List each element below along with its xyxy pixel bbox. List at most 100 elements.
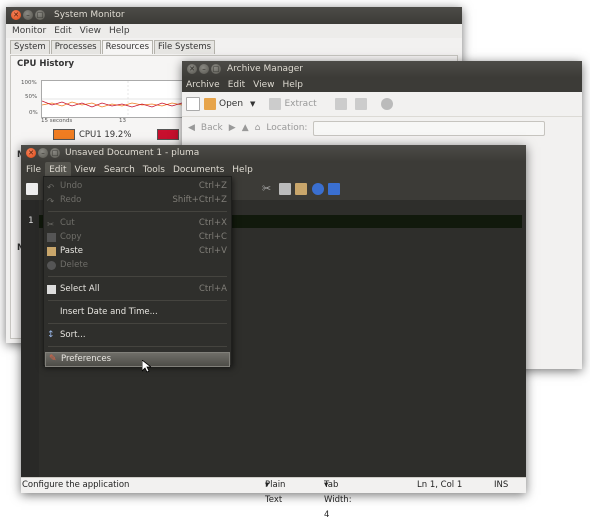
maximize-icon[interactable]: □: [35, 10, 45, 20]
tab-resources[interactable]: Resources: [101, 40, 154, 54]
line-number: 1: [28, 216, 34, 226]
minimize-icon[interactable]: –: [23, 10, 33, 20]
menu-item-paste[interactable]: Paste Ctrl+V: [44, 245, 231, 258]
extract-button[interactable]: Extract: [269, 98, 317, 110]
menu-edit[interactable]: Edit: [224, 78, 249, 92]
close-icon[interactable]: ✕: [26, 148, 36, 158]
insert-mode: INS: [494, 480, 509, 490]
menubar: Monitor Edit View Help: [6, 24, 462, 38]
pluma-titlebar[interactable]: ✕ – □ Unsaved Document 1 - pluma: [21, 145, 526, 162]
location-label: Location:: [266, 123, 308, 133]
select-all-icon: [47, 285, 56, 294]
cpu-history-graph: [41, 80, 201, 118]
copy-icon[interactable]: [279, 183, 291, 195]
menu-separator: [48, 211, 227, 212]
menu-help[interactable]: Help: [105, 24, 134, 38]
close-icon[interactable]: ✕: [11, 10, 21, 20]
y-tick: 50%: [25, 94, 38, 100]
tab-bar: System Processes Resources File Systems: [6, 38, 462, 54]
minimize-icon[interactable]: –: [38, 148, 48, 158]
open-label: Open: [219, 99, 244, 109]
sort-icon: ↕: [47, 330, 55, 340]
menubar: Archive Edit View Help: [182, 78, 582, 92]
line-number-gutter: [21, 200, 39, 478]
add-files-icon[interactable]: [334, 98, 347, 110]
menu-item-select-all[interactable]: Select All Ctrl+A: [44, 283, 231, 296]
maximize-icon[interactable]: □: [211, 64, 221, 74]
menu-item-insert-date-time[interactable]: Insert Date and Time...: [44, 306, 231, 319]
stop-icon[interactable]: [380, 98, 393, 110]
archive-manager-titlebar[interactable]: ✕ – □ Archive Manager: [182, 61, 582, 78]
preferences-icon: ✎: [49, 354, 57, 364]
y-tick: 0%: [29, 110, 38, 116]
folder-open-icon: [204, 98, 216, 110]
status-message: Configure the application: [22, 480, 130, 490]
menu-edit[interactable]: Edit: [50, 24, 75, 38]
delete-icon: [47, 261, 56, 270]
close-icon[interactable]: ✕: [187, 64, 197, 74]
back-arrow-icon[interactable]: ◀: [188, 123, 195, 133]
cpu1-color-swatch[interactable]: [53, 129, 75, 140]
extract-icon: [269, 98, 282, 110]
menu-separator: [48, 300, 227, 301]
up-arrow-icon[interactable]: ▲: [242, 123, 249, 133]
cut-icon: ✂: [47, 220, 55, 230]
statusbar: Configure the application Plain Text ▾ T…: [21, 477, 526, 520]
tab-system[interactable]: System: [10, 40, 50, 54]
x-tick: 15 seconds: [41, 118, 73, 124]
new-document-icon[interactable]: [26, 183, 38, 195]
menu-file[interactable]: File: [22, 162, 45, 178]
paste-icon: [47, 247, 56, 256]
find-icon[interactable]: [312, 183, 324, 195]
menu-monitor[interactable]: Monitor: [8, 24, 50, 38]
open-button[interactable]: Open ▼: [204, 98, 255, 110]
location-bar: ◀ Back ▶ ▲ ⌂ Location:: [182, 117, 582, 139]
cpu-graph-svg: [41, 81, 201, 117]
menu-separator: [48, 323, 227, 324]
cpu2-color-swatch[interactable]: [157, 129, 179, 140]
window-title: Unsaved Document 1 - pluma: [65, 148, 200, 158]
menu-item-delete[interactable]: Delete: [44, 259, 231, 272]
menu-separator: [48, 276, 227, 277]
edit-menu-dropdown: ↶ Undo Ctrl+Z ↷ Redo Shift+Ctrl+Z ✂ Cut …: [43, 176, 232, 367]
cpu1-label: CPU1 19.2%: [79, 130, 132, 140]
chevron-down-icon[interactable]: ▼: [250, 100, 255, 108]
menu-help[interactable]: Help: [278, 78, 307, 92]
y-tick: 100%: [21, 80, 37, 86]
paste-icon[interactable]: [295, 183, 307, 195]
maximize-icon[interactable]: □: [50, 148, 60, 158]
menu-help[interactable]: Help: [228, 162, 257, 178]
menu-item-sort[interactable]: ↕ Sort...: [44, 329, 231, 342]
menu-view[interactable]: View: [249, 78, 278, 92]
window-title: Archive Manager: [227, 64, 303, 74]
menu-separator: [48, 346, 227, 347]
cpu-history-title: CPU History: [17, 59, 75, 69]
add-folder-icon[interactable]: [354, 98, 367, 110]
system-monitor-titlebar[interactable]: ✕ – □ System Monitor: [6, 7, 462, 24]
cursor-position: Ln 1, Col 1: [417, 480, 463, 490]
tab-width-selector[interactable]: Tab Width: 4 ▾: [324, 478, 352, 520]
window-title: System Monitor: [54, 10, 125, 20]
menu-item-copy[interactable]: Copy Ctrl+C: [44, 231, 231, 244]
menu-item-preferences[interactable]: ✎ Preferences: [45, 352, 230, 367]
back-button[interactable]: Back: [201, 123, 223, 133]
forward-arrow-icon[interactable]: ▶: [229, 123, 236, 133]
undo-icon: ↶: [47, 183, 55, 193]
extract-label: Extract: [284, 99, 317, 109]
tab-processes[interactable]: Processes: [50, 40, 101, 54]
home-icon[interactable]: ⌂: [255, 123, 261, 133]
menu-archive[interactable]: Archive: [182, 78, 224, 92]
minimize-icon[interactable]: –: [199, 64, 209, 74]
menu-item-cut[interactable]: ✂ Cut Ctrl+X: [44, 217, 231, 230]
find-replace-icon[interactable]: [328, 183, 340, 195]
menu-item-redo[interactable]: ↷ Redo Shift+Ctrl+Z: [44, 194, 231, 207]
redo-icon: ↷: [47, 197, 55, 207]
new-archive-icon[interactable]: [186, 97, 200, 111]
language-selector[interactable]: Plain Text ▾: [265, 478, 285, 505]
location-field[interactable]: [313, 120, 546, 136]
tab-file-systems[interactable]: File Systems: [154, 40, 216, 54]
menu-item-undo[interactable]: ↶ Undo Ctrl+Z: [44, 180, 231, 193]
menu-view[interactable]: View: [76, 24, 105, 38]
x-tick: 13: [119, 118, 126, 124]
cut-icon[interactable]: ✂: [262, 182, 271, 195]
